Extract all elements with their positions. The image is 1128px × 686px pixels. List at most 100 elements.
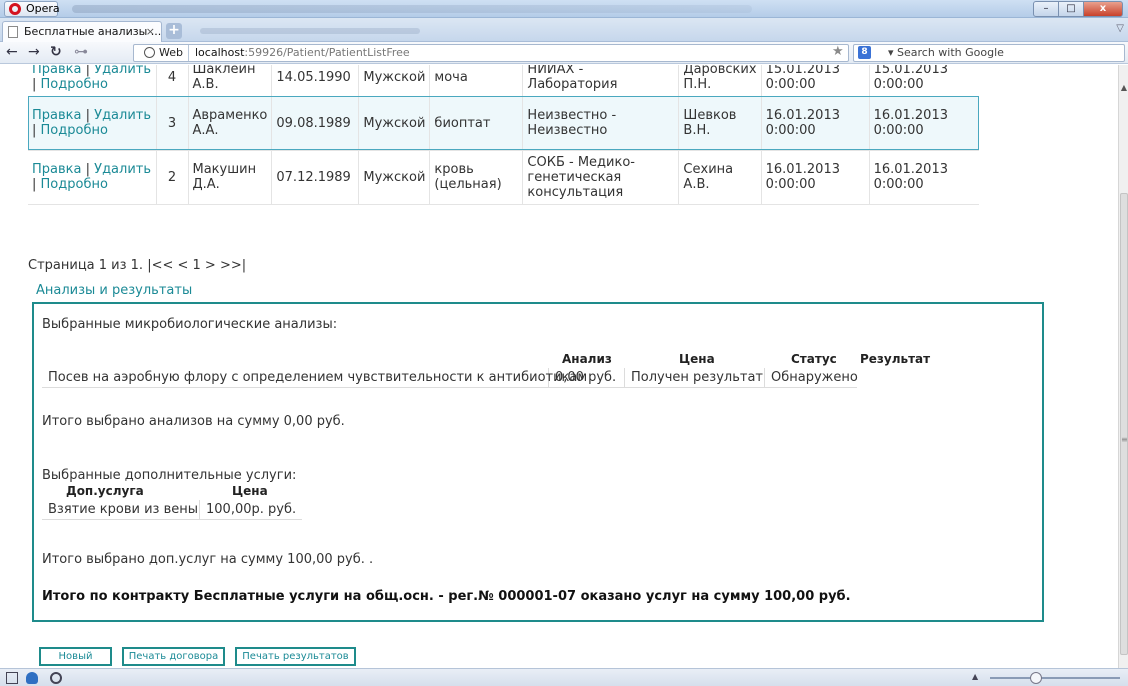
pager[interactable]: Страница 1 из 1. |<< < 1 > >>|	[28, 258, 246, 273]
cell-birth: 14.05.1990	[271, 65, 360, 97]
separator: |	[81, 162, 95, 177]
tab-bar-blurred	[200, 28, 420, 34]
separator: |	[32, 77, 41, 93]
analyses-results-link[interactable]: Анализы и результаты	[36, 283, 192, 298]
tab-close-icon[interactable]: ×	[146, 22, 155, 41]
delete-link[interactable]: Удалить	[94, 108, 151, 123]
results-panel: Выбранные микробиологические анализы: Ан…	[32, 302, 1044, 622]
cell-number: 4	[156, 65, 189, 97]
url-path: :59926/Patient/PatientListFree	[244, 46, 410, 59]
micro-header-status: Статус	[791, 352, 837, 366]
cell-sex: Мужской	[358, 96, 431, 151]
speed-dial-icon[interactable]	[50, 672, 62, 684]
cell-date2: 16.01.2013 0:00:00	[869, 150, 980, 205]
back-arrow-icon[interactable]: ←	[6, 44, 18, 60]
close-window-button[interactable]: x	[1083, 1, 1123, 17]
zoom-arrow-icon[interactable]: ▲	[972, 672, 978, 681]
scroll-grip-icon: ≡	[1121, 435, 1128, 444]
cell-lab: Неизвестно - Неизвестно	[522, 96, 680, 151]
details-link[interactable]: Подробно	[41, 177, 108, 192]
services-cell-price: 100,00р. руб.	[206, 502, 297, 517]
cell-date2: 16.01.2013 0:00:00	[869, 96, 980, 151]
opera-logo-icon	[9, 3, 21, 15]
cell-date1: 16.01.2013 0:00:00	[761, 150, 870, 205]
separator: |	[81, 108, 95, 123]
web-badge[interactable]: Web	[141, 45, 189, 61]
micro-cell-status: Получен результат	[625, 368, 765, 387]
window-title-bar: Opera – □ x	[0, 0, 1128, 18]
edit-link[interactable]: Правка	[32, 65, 81, 77]
url-text[interactable]: localhost:59926/Patient/PatientListFree	[195, 45, 410, 60]
micro-title: Выбранные микробиологические анализы:	[42, 317, 338, 332]
opera-unite-icon[interactable]	[26, 672, 38, 684]
micro-cell-result: Обнаружено	[771, 370, 858, 385]
print-contract-button[interactable]: Печать договора	[122, 647, 225, 666]
micro-total: Итого выбрано анализов на сумму 0,00 руб…	[42, 414, 345, 429]
row-actions: Правка | Удалить | Подробно	[28, 150, 157, 205]
table-row[interactable]: Правка | Удалить | Подробно 2 Макушин Д.А.…	[28, 150, 980, 205]
zoom-slider[interactable]	[990, 677, 1120, 679]
micro-header-result: Результат	[860, 352, 931, 366]
web-label: Web	[159, 46, 183, 59]
micro-cell-analysis: Посев на аэробную флору с определением ч…	[42, 368, 587, 387]
maximize-button[interactable]: □	[1058, 1, 1084, 17]
new-tab-button[interactable]: +	[166, 23, 182, 39]
cell-material: моча	[429, 65, 524, 97]
cell-date1: 15.01.2013 0:00:00	[761, 65, 870, 97]
panel-toggle-icon[interactable]	[6, 672, 18, 684]
services-header-service: Доп.услуга	[66, 484, 144, 498]
services-title: Выбранные дополнительные услуги:	[42, 468, 297, 483]
cell-material: кровь (цельная)	[429, 150, 524, 205]
forward-arrow-icon[interactable]: →	[28, 44, 40, 60]
patients-table: Правка | Удалить | Подробно 4 Шаклеин А.В.…	[28, 65, 980, 205]
micro-header-price: Цена	[679, 352, 715, 366]
services-cell-service: Взятие крови из вены	[42, 500, 200, 519]
cell-name: Шаклеин А.В.	[188, 65, 273, 97]
cell-birth: 09.08.1989	[271, 96, 360, 151]
new-button[interactable]: Новый	[39, 647, 112, 666]
google-icon[interactable]: 8	[858, 46, 871, 59]
cell-name: Макушин Д.А.	[188, 150, 273, 205]
details-link[interactable]: Подробно	[41, 77, 108, 92]
table-row[interactable]: Правка | Удалить | Подробно 4 Шаклеин А.В.…	[28, 65, 980, 97]
edit-link[interactable]: Правка	[32, 108, 81, 123]
print-results-button[interactable]: Печать результатов	[235, 647, 356, 666]
cell-doctor: Даровских П.Н.	[678, 65, 762, 97]
tab-active[interactable]: Бесплатные анализы ... ×	[2, 21, 162, 42]
cell-number: 3	[156, 96, 189, 151]
window-title-blurred	[72, 5, 752, 13]
page-icon	[8, 26, 18, 38]
micro-cell-price: 0,00 руб.	[549, 368, 625, 387]
tab-title: Бесплатные анализы ...	[24, 25, 162, 38]
cell-doctor: Сехина А.В.	[678, 150, 762, 205]
services-header-price: Цена	[232, 484, 268, 498]
micro-table-row: Посев на аэробную флору с определением ч…	[42, 368, 858, 388]
row-actions: Правка | Удалить | Подробно	[28, 65, 157, 97]
scroll-up-arrow-icon[interactable]: ▲	[1119, 83, 1128, 92]
minimize-button[interactable]: –	[1033, 1, 1059, 17]
window-controls: – □ x	[1033, 1, 1123, 17]
zoom-slider-knob[interactable]	[1030, 672, 1042, 684]
page-scrollbar[interactable]: ▲ ≡	[1118, 65, 1128, 668]
services-table-row: Взятие крови из вены 100,00р. руб.	[42, 500, 302, 520]
page-viewport: Правка | Удалить | Подробно 4 Шаклеин А.В.…	[0, 65, 1118, 668]
separator: |	[32, 123, 41, 138]
bookmark-star-icon[interactable]: ★	[832, 44, 844, 59]
url-host: localhost	[195, 46, 245, 59]
table-row[interactable]: Правка | Удалить | Подробно 3 Авраменко А.…	[28, 96, 980, 151]
opera-menu-button[interactable]: Opera	[4, 1, 60, 17]
cell-birth: 07.12.1989	[271, 150, 360, 205]
cell-name: Авраменко А.А.	[188, 96, 273, 151]
delete-link[interactable]: Удалить	[94, 65, 151, 77]
reload-icon[interactable]: ↻	[50, 44, 62, 60]
address-bar: ← → ↻ ⊶ Web localhost:59926/Patient/Pati…	[0, 42, 1128, 64]
globe-icon	[144, 47, 155, 58]
edit-link[interactable]: Правка	[32, 162, 81, 177]
scrollbar-thumb[interactable]	[1120, 193, 1128, 655]
separator: |	[81, 65, 95, 78]
key-icon[interactable]: ⊶	[74, 44, 88, 60]
details-link[interactable]: Подробно	[41, 123, 108, 138]
delete-link[interactable]: Удалить	[94, 162, 151, 177]
row-actions: Правка | Удалить | Подробно	[28, 96, 157, 151]
tab-list-icon[interactable]: ▽	[1116, 23, 1124, 34]
